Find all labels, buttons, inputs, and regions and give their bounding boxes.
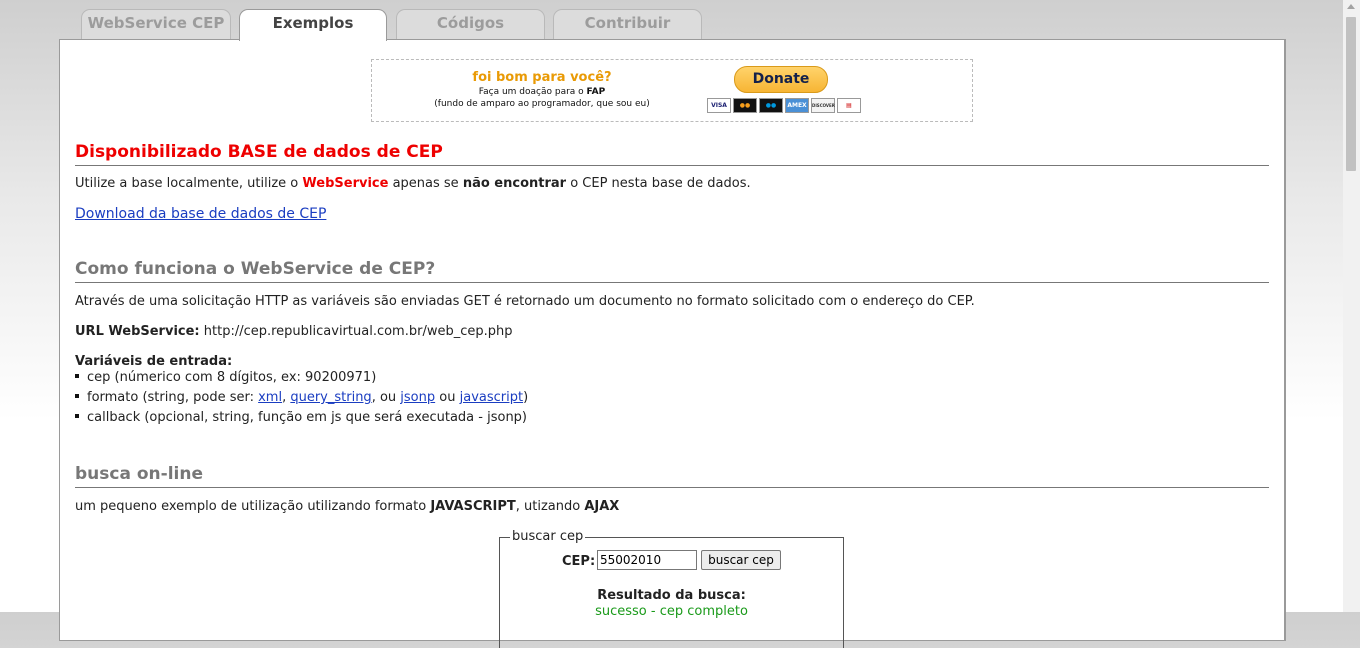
format-separator: , ou [371, 390, 401, 405]
donate-box: foi bom para você? Faça um doação para o… [371, 59, 973, 122]
cep-label: CEP: [562, 554, 596, 569]
section-title-como-funciona: Como funciona o WebService de CEP? [75, 259, 1269, 283]
echeck-card-icon: ▤ [837, 98, 861, 113]
var-cep: cep (númerico com 8 dígitos, ex: 9020097… [87, 370, 377, 385]
section1-text-3: o CEP nesta base de dados. [566, 176, 751, 191]
format-javascript-link[interactable]: javascript [460, 390, 523, 405]
bullet-icon [75, 413, 79, 418]
webservice-highlight: WebService [302, 176, 389, 191]
tab-codigos[interactable]: Códigos [396, 9, 545, 39]
mastercard-card-icon: ●● [733, 98, 757, 113]
section1-text: Utilize a base localmente, utilize o Web… [75, 176, 751, 191]
search-fieldset: buscar cep CEP: buscar cep Resultado da … [499, 529, 844, 648]
tab-exemplos[interactable]: Exemplos [239, 9, 387, 41]
format-query-string-link[interactable]: query_string [290, 390, 371, 405]
search-cep-button[interactable]: buscar cep [701, 550, 781, 570]
content-panel: foi bom para você? Faça um doação para o… [59, 39, 1286, 648]
bullet-icon [75, 373, 79, 378]
cep-input[interactable] [597, 550, 697, 570]
format-separator: ou [435, 390, 460, 405]
nao-encontrar-bold: não encontrar [462, 176, 567, 191]
bullet-icon [75, 393, 79, 398]
maestro-card-icon: ●● [759, 98, 783, 113]
variables-list: cep (númerico com 8 dígitos, ex: 9020097… [75, 368, 528, 428]
section2-description: Através de uma solicitação HTTP as variá… [75, 294, 975, 309]
format-xml-link[interactable]: xml [258, 390, 282, 405]
section1-text-1: Utilize a base localmente, utilize o [75, 176, 303, 191]
section1-text-2: apenas se [388, 176, 463, 191]
list-item: formato (string, pode ser: xml, query_st… [75, 388, 528, 408]
section3-text: um pequeno exemplo de utilização utiliza… [75, 499, 619, 514]
scroll-thumb[interactable] [1346, 17, 1356, 171]
result-title: Resultado da busca: [597, 588, 746, 603]
variables-title: Variáveis de entrada: [75, 354, 233, 369]
url-label: URL WebService: [75, 324, 200, 339]
tab-contribuir[interactable]: Contribuir [553, 9, 702, 39]
javascript-bold: JAVASCRIPT [430, 499, 516, 514]
section3-text-1: um pequeno exemplo de utilização utiliza… [75, 499, 431, 514]
var-callback: callback (opcional, string, função em js… [87, 410, 528, 425]
donate-line-1-text: Faça um doação para o [478, 87, 587, 97]
ajax-bold: AJAX [584, 499, 620, 514]
donate-title: foi bom para você? [472, 70, 612, 85]
download-database-link[interactable]: Download da base de dados de CEP [75, 206, 326, 222]
scroll-up-arrow-icon[interactable] [1347, 4, 1355, 9]
visa-card-icon: VISA [707, 98, 731, 113]
section-title-busca-online: busca on-line [75, 464, 1269, 488]
discover-card-icon: DISCOVER [811, 98, 835, 113]
donate-fap: FAP [586, 87, 606, 97]
format-jsonp-link[interactable]: jsonp [400, 390, 435, 405]
search-legend: buscar cep [510, 529, 586, 544]
donate-line-1: Faça um doação para o FAP [372, 87, 712, 97]
section3-text-2: , utizando [515, 499, 585, 514]
tab-webservice-cep[interactable]: WebService CEP [81, 9, 231, 39]
tab-bar: WebService CEP Exemplos Códigos Contribu… [81, 9, 721, 41]
download-link-wrap: Download da base de dados de CEP [75, 206, 326, 222]
url-value: http://cep.republicavirtual.com.br/web_c… [199, 324, 513, 339]
url-webservice: URL WebService: http://cep.republicavirt… [75, 324, 512, 339]
list-item: cep (númerico com 8 dígitos, ex: 9020097… [75, 368, 528, 388]
var-formato-prefix: formato (string, pode ser: [87, 390, 259, 405]
amex-card-icon: AMEX [785, 98, 809, 113]
donate-button[interactable]: Donate [734, 66, 828, 93]
vertical-scrollbar[interactable] [1343, 0, 1360, 612]
list-item: callback (opcional, string, função em js… [75, 408, 528, 428]
donate-line-2: (fundo de amparo ao programador, que sou… [434, 99, 650, 109]
section-title-base-dados: Disponibilizado BASE de dados de CEP [75, 142, 1269, 166]
